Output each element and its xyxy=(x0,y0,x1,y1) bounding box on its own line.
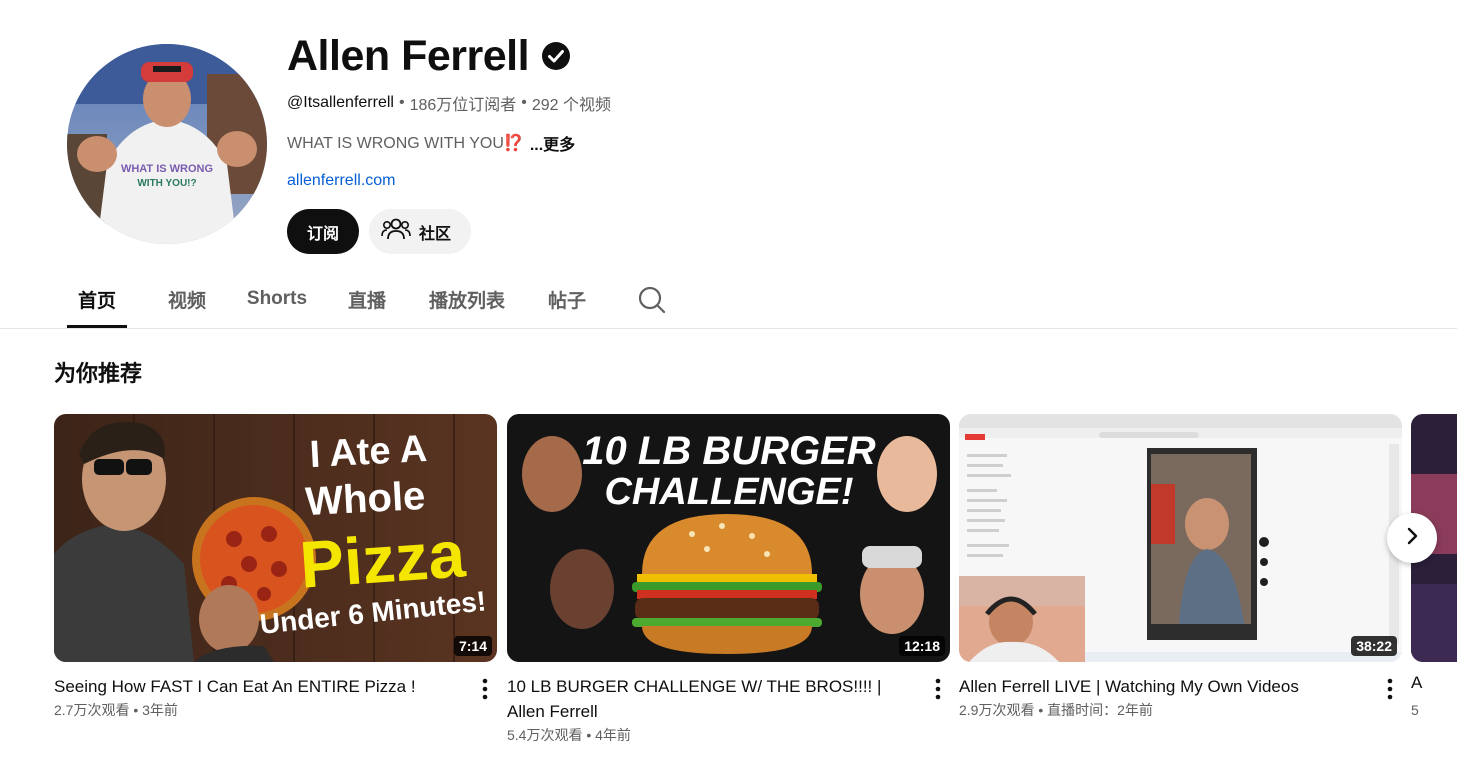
avatar-shirt-text-2: WITH YOU!? xyxy=(137,178,196,189)
channel-website-link[interactable]: allenferrell.com xyxy=(287,172,395,190)
community-button[interactable]: 社区 xyxy=(369,209,472,254)
thumb-text-line: 10 LB BURGER xyxy=(582,429,875,473)
verified-check-icon xyxy=(541,41,571,71)
chevron-right-icon xyxy=(1401,525,1423,552)
video-card: 10 LB BURGER CHALLENGE! 12:18 10 LB BURG… xyxy=(507,414,950,745)
channel-handle: @Itsallenferrell xyxy=(287,94,394,111)
section-title: 为你推荐 xyxy=(54,361,143,386)
tab-live[interactable]: 直播 xyxy=(337,270,397,328)
avatar-shirt-text-1: WHAT IS WRONG xyxy=(121,163,213,175)
video-duration: 12:18 xyxy=(899,636,945,656)
video-meta: 2.7万次观看 • 3年前 xyxy=(54,702,178,718)
community-label: 社区 xyxy=(419,225,452,243)
kebab-menu-icon[interactable] xyxy=(926,676,950,702)
tab-playlists[interactable]: 播放列表 xyxy=(417,270,517,328)
subscriber-count: 186万位订阅者 xyxy=(409,97,517,114)
carousel-next-button[interactable] xyxy=(1387,513,1437,563)
video-title[interactable]: Seeing How FAST I Can Eat An ENTIRE Pizz… xyxy=(54,674,459,699)
people-icon xyxy=(381,216,411,247)
video-meta-partial: 5 xyxy=(1411,702,1419,718)
thumb-text-line: I Ate A xyxy=(309,428,429,476)
video-thumbnail[interactable]: 38:22 xyxy=(959,414,1402,662)
video-count: 292 个视频 xyxy=(531,97,612,114)
tab-videos[interactable]: 视频 xyxy=(157,270,217,328)
search-icon[interactable] xyxy=(636,284,668,316)
channel-avatar[interactable]: WHAT IS WRONG WITH YOU!? xyxy=(67,44,267,244)
video-card: 38:22 Allen Ferrell LIVE | Watching My O… xyxy=(959,414,1402,720)
description-more-link[interactable]: ...更多 xyxy=(530,131,575,155)
video-title[interactable]: 10 LB BURGER CHALLENGE W/ THE BROS!!!! |… xyxy=(507,674,912,724)
tab-home[interactable]: 首页 xyxy=(67,270,127,328)
video-meta: 5.4万次观看 • 4年前 xyxy=(507,727,631,743)
tab-posts[interactable]: 帖子 xyxy=(537,270,597,328)
channel-name-row: Allen Ferrell xyxy=(287,30,571,82)
kebab-menu-icon[interactable] xyxy=(1378,676,1402,702)
video-title-partial[interactable]: A xyxy=(1411,673,1422,693)
channel-meta: @Itsallenferrell • 186万位订阅者 • 292 个视频 xyxy=(287,91,611,115)
channel-tabs: 首页 视频 Shorts 直播 播放列表 帖子 xyxy=(0,270,1457,329)
channel-name: Allen Ferrell xyxy=(287,32,530,80)
video-card: I Ate A Whole Pizza Under 6 Minutes! 7:1… xyxy=(54,414,497,720)
channel-actions: 订阅 社区 xyxy=(287,209,472,254)
meta-separator: • xyxy=(398,94,405,111)
meta-separator: • xyxy=(521,94,527,111)
video-thumbnail[interactable]: 10 LB BURGER CHALLENGE! 12:18 xyxy=(507,414,950,662)
video-thumbnail[interactable]: I Ate A Whole Pizza Under 6 Minutes! 7:1… xyxy=(54,414,497,662)
tab-shorts[interactable]: Shorts xyxy=(237,270,317,328)
subscribe-button[interactable]: 订阅 xyxy=(287,209,360,254)
thumb-text-line: Whole xyxy=(304,474,426,524)
video-duration: 38:22 xyxy=(1351,636,1397,656)
description-text: WHAT IS WRONG WITH YOU⁉️ xyxy=(287,135,524,152)
kebab-menu-icon[interactable] xyxy=(473,676,497,702)
video-duration: 7:14 xyxy=(453,636,492,656)
video-title[interactable]: Allen Ferrell LIVE | Watching My Own Vid… xyxy=(959,674,1364,699)
thumb-text-line: CHALLENGE! xyxy=(604,471,853,513)
channel-description[interactable]: WHAT IS WRONG WITH YOU⁉️ ...更多 xyxy=(287,131,575,155)
video-meta: 2.9万次观看 • 直播时间：2年前 xyxy=(959,702,1153,718)
